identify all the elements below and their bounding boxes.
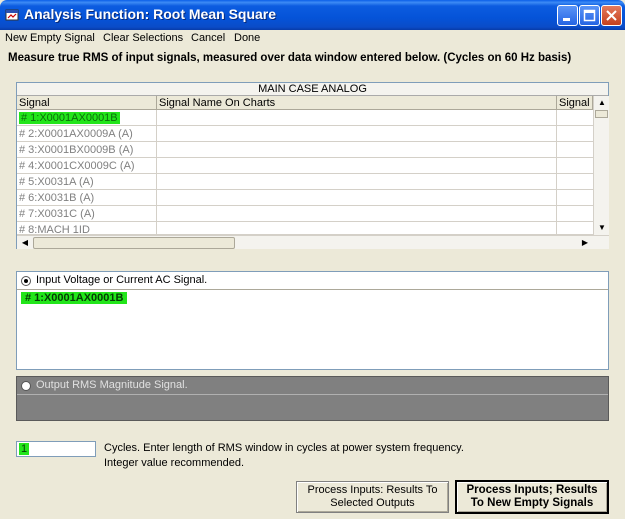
process-to-selected-outputs-button[interactable]: Process Inputs: Results To Selected Outp… (296, 481, 449, 513)
scroll-right-arrow-icon[interactable]: ▶ (577, 236, 593, 250)
column-header-signal-2[interactable]: Signal (557, 96, 593, 110)
row-signal-cell: # 5:X0031A (A) (17, 174, 157, 190)
scroll-up-arrow-icon[interactable]: ▲ (594, 96, 610, 110)
column-header-signal-name[interactable]: Signal Name On Charts (157, 96, 557, 110)
scroll-left-arrow-icon[interactable]: ◀ (17, 236, 33, 250)
input-panel-header[interactable]: Input Voltage or Current AC Signal. (17, 272, 608, 290)
input-panel-label: Input Voltage or Current AC Signal. (36, 274, 208, 286)
row-name-cell[interactable] (157, 142, 557, 158)
app-icon (5, 9, 19, 21)
window-title: Analysis Function: Root Mean Square (24, 6, 277, 22)
title-bar[interactable]: Analysis Function: Root Mean Square (0, 0, 625, 30)
button-label-line2: To New Empty Signals (470, 497, 594, 509)
table-row[interactable]: # 8:MACH 1ID (17, 222, 593, 235)
close-button[interactable] (601, 5, 622, 26)
menu-clear-selections[interactable]: Clear Selections (103, 32, 183, 44)
table-row[interactable]: # 1:X0001AX0001B (17, 110, 593, 126)
cycles-label: Cycles. Enter length of RMS window in cy… (104, 441, 464, 471)
menu-new-empty-signal[interactable]: New Empty Signal (5, 32, 95, 44)
output-panel-label: Output RMS Magnitude Signal. (36, 379, 188, 391)
grid-caption: MAIN CASE ANALOG (17, 83, 608, 96)
input-selected-signal[interactable]: # 1:X0001AX0001B (21, 292, 128, 304)
row-signal-cell: # 6:X0031B (A) (17, 190, 157, 206)
minimize-button[interactable] (557, 5, 578, 26)
row-name-cell[interactable] (157, 126, 557, 142)
row-signal-cell: # 2:X0001AX0009A (A) (17, 126, 157, 142)
maximize-icon (583, 9, 596, 22)
output-radio[interactable] (21, 381, 31, 391)
row-signal-cell: # 8:MACH 1ID (17, 222, 157, 234)
row-signal-cell: # 7:X0031C (A) (17, 206, 157, 222)
row-signal-cell: # 4:X0001CX0009C (A) (17, 158, 157, 174)
menu-cancel[interactable]: Cancel (191, 32, 225, 44)
row-name-cell[interactable] (157, 110, 557, 126)
input-signal-panel[interactable]: Input Voltage or Current AC Signal. # 1:… (16, 271, 609, 370)
table-row[interactable]: # 2:X0001AX0009A (A) (17, 126, 593, 142)
output-signal-panel[interactable]: Output RMS Magnitude Signal. (16, 376, 609, 421)
row-signal-cell: # 1:X0001AX0001B (17, 110, 157, 126)
cycles-input[interactable]: 1 (16, 441, 96, 457)
vertical-scrollbar[interactable]: ▲ ▼ (593, 96, 609, 235)
scroll-down-arrow-icon[interactable]: ▼ (594, 221, 610, 235)
vertical-scroll-thumb[interactable] (595, 110, 608, 118)
cycles-label-line1: Cycles. Enter length of RMS window in cy… (104, 442, 464, 454)
function-description: Measure true RMS of input signals, measu… (8, 52, 572, 64)
menu-bar: New Empty Signal Clear Selections Cancel… (0, 30, 625, 48)
table-row[interactable]: # 6:X0031B (A) (17, 190, 593, 206)
button-label-line2: Selected Outputs (330, 497, 415, 509)
cycles-value: 1 (19, 443, 30, 455)
menu-done[interactable]: Done (234, 32, 260, 44)
maximize-button[interactable] (579, 5, 600, 26)
selected-signal-highlight: # 1:X0001AX0001B (19, 112, 120, 124)
signal-grid[interactable]: MAIN CASE ANALOG Signal Signal Name On C… (16, 82, 609, 249)
process-to-new-empty-signals-button[interactable]: Process Inputs; Results To New Empty Sig… (455, 480, 609, 514)
output-panel-header[interactable]: Output RMS Magnitude Signal. (17, 377, 608, 395)
cycles-label-line2: Integer value recommended. (104, 457, 245, 469)
row-name-cell[interactable] (157, 174, 557, 190)
row-name-cell[interactable] (157, 158, 557, 174)
close-icon (606, 10, 617, 21)
button-label-line1: Process Inputs; Results (466, 484, 598, 496)
button-label-line1: Process Inputs: Results To (307, 484, 438, 496)
horizontal-scroll-thumb[interactable] (33, 237, 235, 249)
row-name-cell[interactable] (157, 190, 557, 206)
horizontal-scrollbar[interactable]: ◀ ▶ (17, 235, 609, 249)
column-header-signal[interactable]: Signal (17, 96, 157, 110)
table-row[interactable]: # 4:X0001CX0009C (A) (17, 158, 593, 174)
row-name-cell[interactable] (157, 222, 557, 234)
table-row[interactable]: # 3:X0001BX0009B (A) (17, 142, 593, 158)
minimize-icon (563, 18, 570, 21)
table-row[interactable]: # 5:X0031A (A) (17, 174, 593, 190)
row-name-cell[interactable] (157, 206, 557, 222)
row-signal-cell: # 3:X0001BX0009B (A) (17, 142, 157, 158)
input-radio[interactable] (21, 276, 31, 286)
table-row[interactable]: # 7:X0031C (A) (17, 206, 593, 222)
